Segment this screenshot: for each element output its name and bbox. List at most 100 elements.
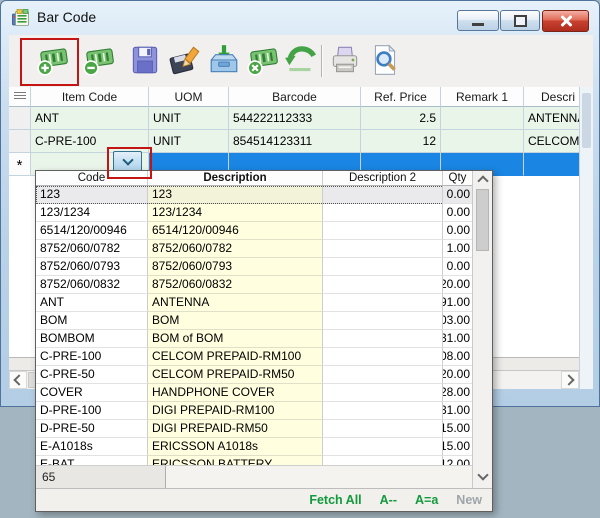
lookup-row[interactable]: 8752/060/0782 8752/060/0782 1.00 (36, 240, 472, 258)
row-selector-header[interactable] (9, 87, 31, 107)
cell-description[interactable]: ANTENNA (524, 107, 579, 130)
fetch-all-button[interactable]: Fetch All (309, 493, 361, 507)
lookup-row[interactable]: 6514/120/00946 6514/120/00946 0.00 (36, 222, 472, 240)
vertical-scrollbar[interactable] (579, 87, 593, 389)
lookup-cell-code: 123/1234 (36, 204, 148, 222)
lookup-header-description[interactable]: Description (148, 171, 323, 185)
lookup-cell-description2 (323, 240, 443, 258)
column-header-ref-price[interactable]: Ref. Price (361, 87, 441, 107)
lookup-cell-description2 (323, 348, 443, 366)
new-row-selected-cell[interactable] (524, 153, 579, 176)
scroll-left-button[interactable] (9, 371, 27, 389)
column-header-uom[interactable]: UOM (149, 87, 229, 107)
lookup-cell-qty: 31.00 (443, 330, 472, 348)
import-button[interactable] (206, 42, 242, 78)
cell-description[interactable]: CELCOM PREPA (524, 130, 579, 153)
cell-ref-price[interactable]: 2.5 (361, 107, 441, 130)
grid-row-c-pre-100[interactable]: C-PRE-100 UNIT 854514123311 12 CELCOM PR… (9, 130, 579, 153)
cell-remark1[interactable] (441, 130, 524, 153)
lookup-row[interactable]: E-BAT ERICSSON BATTERY 12.00 (36, 456, 472, 465)
chevron-down-icon (477, 469, 488, 480)
chevron-right-icon (563, 374, 574, 385)
cell-barcode[interactable]: 854514123311 (229, 130, 361, 153)
edit-button[interactable] (167, 42, 203, 78)
lookup-row[interactable]: C-PRE-50 CELCOM PREPAID-RM50 20.00 (36, 366, 472, 384)
column-header-description[interactable]: Descri (524, 87, 579, 107)
lookup-cell-qty: 0.00 (443, 222, 472, 240)
scroll-right-button[interactable] (561, 371, 579, 389)
lookup-row[interactable]: D-PRE-100 DIGI PREPAID-RM100 31.00 (36, 402, 472, 420)
lookup-cell-description: CELCOM PREPAID-RM50 (148, 366, 323, 384)
close-button[interactable] (542, 10, 589, 32)
minimize-button[interactable] (457, 10, 499, 31)
lookup-scroll-down-button[interactable] (473, 465, 492, 488)
cancel-button[interactable] (245, 42, 281, 78)
cell-item-code[interactable]: ANT (31, 107, 149, 130)
lookup-header-row: Code Description Description 2 Qty (36, 171, 472, 186)
undo-button[interactable] (283, 42, 319, 78)
new-button[interactable]: New (456, 493, 482, 507)
lookup-cell-description: 8752/060/0793 (148, 258, 323, 276)
a-dash-button[interactable]: A-- (380, 493, 397, 507)
lookup-cell-description: 123 (148, 186, 323, 204)
lookup-scrollbar[interactable] (472, 171, 492, 488)
cell-uom[interactable]: UNIT (149, 107, 229, 130)
lookup-header-qty[interactable]: Qty (443, 171, 472, 185)
preview-icon (367, 42, 403, 78)
toolbar (9, 35, 593, 88)
lookup-scroll-up-button[interactable] (473, 171, 492, 187)
lookup-cell-code: ANT (36, 294, 148, 312)
chevron-up-icon (477, 175, 488, 186)
close-icon (559, 14, 573, 28)
print-button[interactable] (327, 42, 363, 78)
lookup-row[interactable]: 123/1234 123/1234 0.00 (36, 204, 472, 222)
title-bar[interactable]: Bar Code (1, 1, 599, 34)
preview-button[interactable] (367, 42, 403, 78)
a-equals-button[interactable]: A=a (415, 493, 438, 507)
annotation-highlight-add-button (20, 38, 79, 86)
edit-icon (167, 42, 203, 78)
lookup-row[interactable]: BOM BOM 303.00 (36, 312, 472, 330)
maximize-button[interactable] (500, 10, 540, 31)
lookup-cell-description: 123/1234 (148, 204, 323, 222)
lookup-cell-description: 8752/060/0782 (148, 240, 323, 258)
lookup-row[interactable]: C-PRE-100 CELCOM PREPAID-RM100 -408.00 (36, 348, 472, 366)
lookup-cell-qty: 12.00 (443, 456, 472, 465)
lookup-cell-code: BOMBOM (36, 330, 148, 348)
lookup-row[interactable]: D-PRE-50 DIGI PREPAID-RM50 15.00 (36, 420, 472, 438)
lookup-row[interactable]: 8752/060/0832 8752/060/0832 20.00 (36, 276, 472, 294)
lookup-row[interactable]: COVER HANDPHONE COVER -1,428.00 (36, 384, 472, 402)
lookup-row[interactable]: ANT ANTENNA -7,291.00 (36, 294, 472, 312)
lookup-row[interactable]: BOMBOM BOM of BOM 31.00 (36, 330, 472, 348)
remove-button[interactable] (81, 42, 117, 78)
cell-remark1[interactable] (441, 107, 524, 130)
column-header-item-code[interactable]: Item Code (31, 87, 149, 107)
screen: Bar Code (0, 0, 600, 518)
lookup-header-description2[interactable]: Description 2 (323, 171, 443, 185)
save-button[interactable] (127, 42, 163, 78)
column-header-barcode[interactable]: Barcode (229, 87, 361, 107)
row-selector[interactable] (9, 130, 31, 153)
grid-row-ant[interactable]: ANT UNIT 544222112333 2.5 ANTENNA (9, 107, 579, 130)
lookup-row[interactable]: E-A1018s ERICSSON A1018s 15.00 (36, 438, 472, 456)
row-selector[interactable] (9, 107, 31, 130)
lookup-cell-description2 (323, 330, 443, 348)
cell-uom[interactable]: UNIT (149, 130, 229, 153)
lookup-cell-code: D-PRE-100 (36, 402, 148, 420)
lookup-cell-qty: 0.00 (443, 204, 472, 222)
cell-barcode[interactable]: 544222112333 (229, 107, 361, 130)
lookup-scroll-thumb[interactable] (476, 189, 489, 251)
lookup-cell-description2 (323, 366, 443, 384)
lookup-row[interactable]: 123 123 0.00 (36, 186, 472, 204)
lookup-cell-description2 (323, 294, 443, 312)
lookup-cell-code: C-PRE-50 (36, 366, 148, 384)
lookup-cell-qty: -7,291.00 (443, 294, 472, 312)
lookup-cell-code: 8752/060/0832 (36, 276, 148, 294)
cell-ref-price[interactable]: 12 (361, 130, 441, 153)
lookup-cell-code: 8752/060/0782 (36, 240, 148, 258)
vertical-scroll-thumb[interactable] (582, 93, 591, 148)
window-title: Bar Code (37, 9, 96, 25)
column-header-remark1[interactable]: Remark 1 (441, 87, 524, 107)
lookup-cell-description2 (323, 186, 443, 204)
lookup-row[interactable]: 8752/060/0793 8752/060/0793 0.00 (36, 258, 472, 276)
